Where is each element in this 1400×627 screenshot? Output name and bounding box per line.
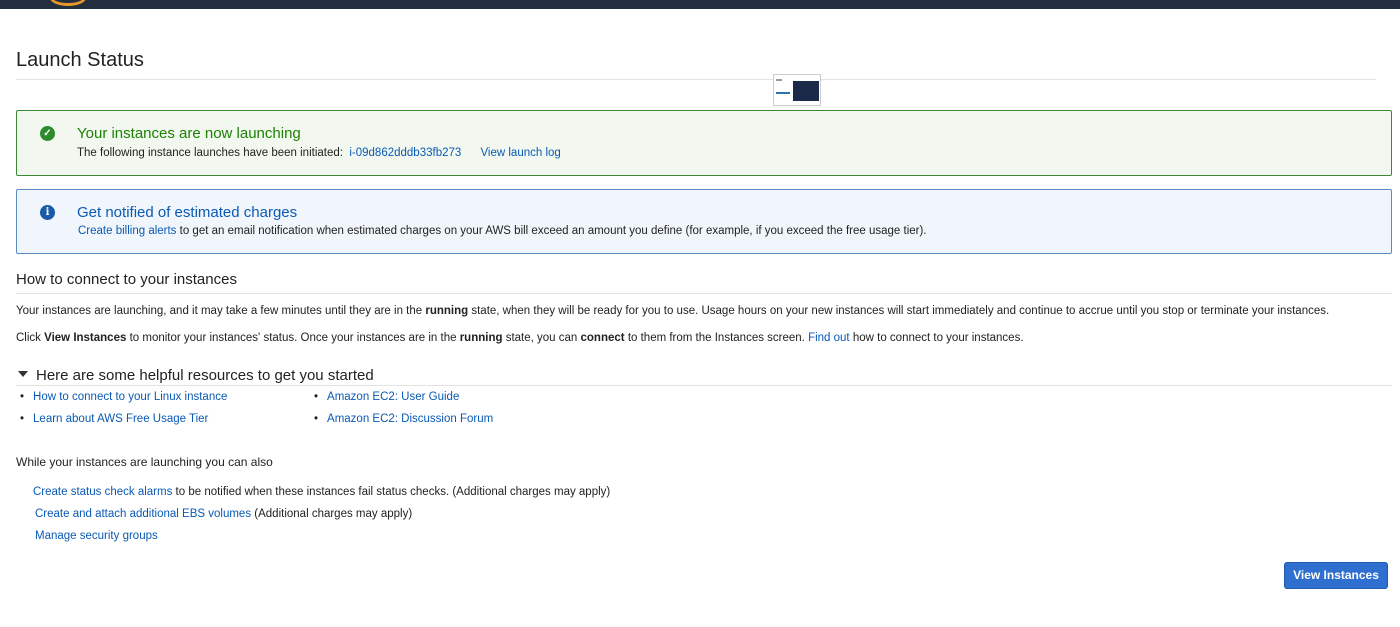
info-alert-title: Get notified of estimated charges [77,204,298,221]
resource-item: • Learn about AWS Free Usage Tier [20,413,209,425]
resource-link-user-guide[interactable]: Amazon EC2: User Guide [327,391,459,403]
resources-title: Here are some helpful resources to get y… [36,367,374,384]
resource-item: • How to connect to your Linux instance [20,391,228,403]
also-section-title: While your instances are launching you c… [16,455,273,469]
create-billing-alerts-link[interactable]: Create billing alerts [78,225,176,237]
view-launch-log-link[interactable]: View launch log [480,147,560,159]
title-divider [16,79,1376,80]
resource-item: • Amazon EC2: Discussion Forum [314,413,494,425]
resource-link-free-tier[interactable]: Learn about AWS Free Usage Tier [33,413,208,425]
info-circle-icon: i [40,205,55,220]
caret-down-icon [18,371,28,377]
success-alert-body: The following instance launches have bee… [77,147,561,159]
also-item: Manage security groups [35,530,158,542]
success-alert: ✓ Your instances are now launching The f… [16,110,1392,176]
top-nav-bar [0,0,1400,9]
section-divider [16,293,1392,294]
resources-toggle[interactable]: Here are some helpful resources to get y… [18,367,374,384]
connect-section-title: How to connect to your instances [16,271,237,288]
find-out-link[interactable]: Find out [808,332,850,344]
aws-logo[interactable] [50,0,86,6]
view-instances-button[interactable]: View Instances [1284,562,1388,589]
resource-link-linux-connect[interactable]: How to connect to your Linux instance [33,391,227,403]
connect-paragraph-1: Your instances are launching, and it may… [16,305,1330,317]
success-alert-title: Your instances are now launching [77,125,301,142]
connect-paragraph-2: Click View Instances to monitor your ins… [16,332,1024,344]
create-ebs-volumes-link[interactable]: Create and attach additional EBS volumes [35,508,251,520]
info-alert-body: Create billing alerts to get an email no… [78,225,927,237]
preview-thumbnail [773,74,821,106]
page-title: Launch Status [16,49,144,71]
resources-divider [16,385,1392,386]
also-item: Create and attach additional EBS volumes… [35,508,413,520]
instance-id-link[interactable]: i-09d862dddb33fb273 [349,147,461,159]
resource-link-discussion-forum[interactable]: Amazon EC2: Discussion Forum [327,413,493,425]
create-status-check-alarms-link[interactable]: Create status check alarms [33,486,172,498]
check-circle-icon: ✓ [40,126,55,141]
billing-info-alert: i Get notified of estimated charges Crea… [16,189,1392,254]
also-item: Create status check alarms to be notifie… [33,486,611,498]
manage-security-groups-link[interactable]: Manage security groups [35,530,158,542]
resource-item: • Amazon EC2: User Guide [314,391,460,403]
